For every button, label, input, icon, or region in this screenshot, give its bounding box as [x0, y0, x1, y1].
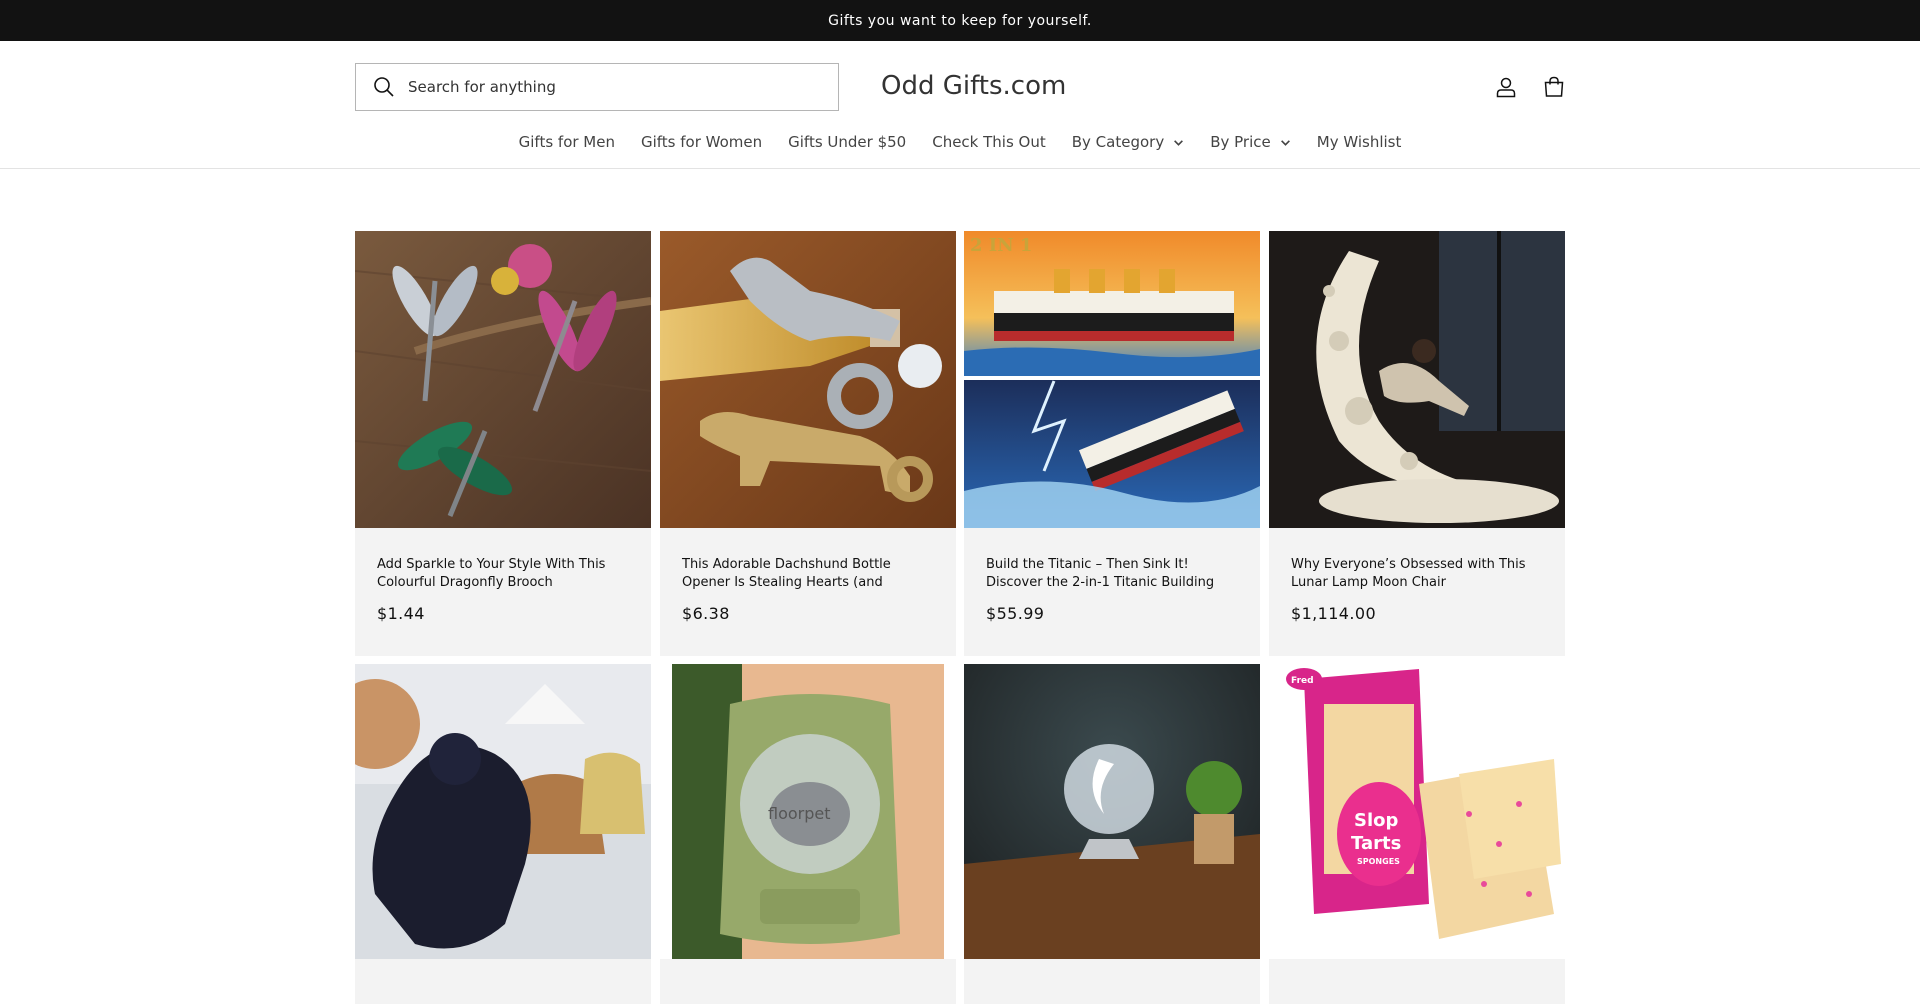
titanic-badge-text: 2 IN 1: [970, 235, 1032, 256]
search-box[interactable]: [355, 63, 839, 111]
chevron-down-icon: [1280, 139, 1290, 146]
product-image-pet-backpack[interactable]: floorpet: [660, 664, 956, 959]
product-title[interactable]: Add Sparkle to Your Style With This Colo…: [355, 556, 651, 592]
product-card[interactable]: This Adorable Dachshund Bottle Opener Is…: [660, 231, 956, 656]
site-header: Odd Gifts.com Gifts for Men Gifts for Wo…: [0, 41, 1920, 169]
product-title[interactable]: This Adorable Dachshund Bottle Opener Is…: [660, 556, 956, 592]
box-brand-text: Fred: [1291, 676, 1314, 686]
search-icon: [374, 77, 394, 97]
product-title[interactable]: Why Everyone’s Obsessed with This Lunar …: [1269, 556, 1565, 592]
box-title-line3: SPONGES: [1357, 857, 1400, 866]
nav-gifts-under-50[interactable]: Gifts Under $50: [775, 133, 919, 151]
product-image-lunar-moon-chair[interactable]: [1269, 231, 1565, 528]
announcement-text: Gifts you want to keep for yourself.: [828, 12, 1092, 29]
nav-by-category[interactable]: By Category: [1059, 133, 1197, 151]
nav-gifts-for-women[interactable]: Gifts for Women: [628, 133, 775, 151]
cart-icon: [1544, 76, 1564, 97]
announcement-bar: Gifts you want to keep for yourself.: [0, 0, 1920, 41]
cart-button[interactable]: [1536, 69, 1572, 105]
product-title[interactable]: Build the Titanic – Then Sink It! Discov…: [964, 556, 1260, 592]
product-card[interactable]: 2 IN 1 Build the Titanic – Then Sink It!…: [964, 231, 1260, 656]
product-card[interactable]: Fred Slop Tarts SPONGES: [1269, 664, 1565, 1004]
product-image-gorilla-chair[interactable]: [355, 664, 651, 959]
product-image-dachshund-bottle-opener[interactable]: [660, 231, 956, 528]
nav-gifts-for-men[interactable]: Gifts for Men: [506, 133, 628, 151]
box-title-line2: Tarts: [1351, 833, 1401, 854]
product-card[interactable]: Add Sparkle to Your Style With This Colo…: [355, 231, 651, 656]
product-price: $6.38: [682, 604, 730, 623]
product-card[interactable]: Why Everyone’s Obsessed with This Lunar …: [1269, 231, 1565, 656]
product-price: $55.99: [986, 604, 1045, 623]
account-button[interactable]: [1488, 69, 1524, 105]
site-logo[interactable]: Odd Gifts.com: [881, 71, 1066, 101]
product-card[interactable]: [964, 664, 1260, 1004]
product-image-dragonfly-brooch[interactable]: [355, 231, 651, 528]
product-card[interactable]: [355, 664, 651, 1004]
product-card[interactable]: floorpet: [660, 664, 956, 1004]
search-input[interactable]: [408, 78, 808, 96]
product-image-crystal-ball[interactable]: [964, 664, 1260, 959]
nav-check-this-out[interactable]: Check This Out: [919, 133, 1059, 151]
nav-by-price[interactable]: By Price: [1197, 133, 1304, 151]
chevron-down-icon: [1174, 139, 1184, 146]
nav-my-wishlist[interactable]: My Wishlist: [1304, 133, 1415, 151]
product-price: $1,114.00: [1291, 604, 1377, 623]
account-icon: [1496, 77, 1516, 98]
main-nav: Gifts for Men Gifts for Women Gifts Unde…: [0, 133, 1920, 151]
product-image-titanic-block-set[interactable]: 2 IN 1: [964, 231, 1260, 528]
product-price: $1.44: [377, 604, 425, 623]
product-image-slop-tarts-sponges[interactable]: Fred Slop Tarts SPONGES: [1269, 664, 1565, 959]
backpack-brand-text: floorpet: [768, 804, 831, 823]
box-title-line1: Slop: [1354, 810, 1399, 831]
